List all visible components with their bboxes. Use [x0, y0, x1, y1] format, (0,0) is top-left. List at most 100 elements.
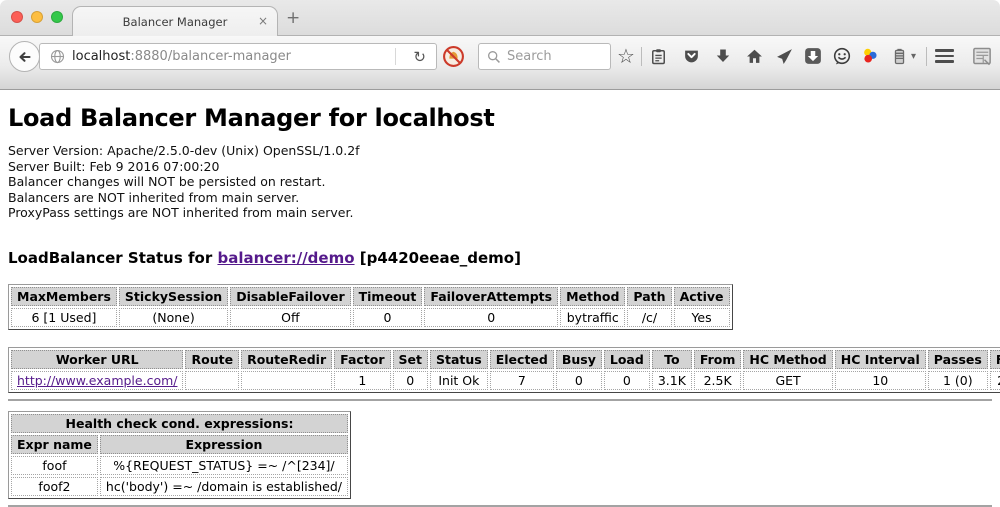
cell: 7 — [490, 371, 554, 390]
cell: 10 — [835, 371, 926, 390]
persist-notice-line: Balancer changes will NOT be persisted o… — [8, 174, 992, 190]
toolbar-divider — [641, 47, 642, 66]
cell: 1 — [334, 371, 390, 390]
col-header: HC Method — [743, 350, 832, 369]
new-tab-button[interactable]: + — [286, 8, 300, 28]
cell: foof — [11, 456, 98, 475]
reading-list-icon[interactable] — [648, 46, 668, 66]
bookmark-star-icon[interactable]: ☆ — [616, 46, 636, 66]
col-header: RouteRedir — [241, 350, 332, 369]
col-header: StickySession — [119, 287, 228, 306]
table-row: foof2 hc('body') =~ /domain is establish… — [11, 477, 348, 496]
video-download-helper-icon[interactable] — [803, 46, 823, 66]
cell: 0 — [604, 371, 650, 390]
sidebar-pages-icon[interactable] — [972, 46, 992, 66]
table-header-row: Health check cond. expressions: — [11, 414, 348, 433]
section-divider — [8, 399, 992, 401]
url-text: localhost:8880/balancer-manager — [72, 49, 291, 64]
urlbar-divider — [395, 48, 396, 65]
emoji-chat-icon[interactable] — [832, 46, 852, 66]
col-header: Passes — [928, 350, 988, 369]
browser-tab[interactable]: Balancer Manager × — [72, 6, 278, 36]
worker-url-link[interactable]: http://www.example.com/ — [17, 373, 177, 388]
table-row: 6 [1 Used] (None) Off 0 0 bytraffic /c/ … — [11, 308, 730, 327]
col-header: HC Interval — [835, 350, 926, 369]
cell: foof2 — [11, 477, 98, 496]
page-title: Load Balancer Manager for localhost — [8, 104, 992, 132]
col-header: Expression — [100, 435, 348, 454]
downloads-icon[interactable] — [713, 46, 733, 66]
send-icon[interactable] — [774, 46, 794, 66]
traffic-lights — [11, 11, 63, 23]
back-arrow-icon — [17, 49, 33, 65]
cell — [185, 371, 239, 390]
status-prefix: LoadBalancer Status for — [8, 249, 217, 267]
col-header: To — [652, 350, 692, 369]
col-header: From — [694, 350, 742, 369]
cell: 0 — [393, 371, 428, 390]
col-header: Elected — [490, 350, 554, 369]
pocket-icon[interactable] — [681, 46, 701, 66]
col-header: Busy — [556, 350, 602, 369]
home-icon[interactable] — [744, 46, 764, 66]
cell: 0 — [424, 308, 558, 327]
cell — [241, 371, 332, 390]
table-header-row: MaxMembers StickySession DisableFailover… — [11, 287, 730, 306]
globe-icon — [50, 49, 65, 64]
url-bar[interactable]: localhost:8880/balancer-manager ↻ — [39, 43, 437, 70]
status-suffix: [p4420eeae_demo] — [355, 249, 521, 267]
close-window-button[interactable] — [11, 11, 23, 23]
cell: Off — [230, 308, 350, 327]
health-check-table: Health check cond. expressions: Expr nam… — [8, 411, 351, 499]
cell: Init Ok — [430, 371, 488, 390]
server-version-line: Server Version: Apache/2.5.0-dev (Unix) … — [8, 143, 992, 159]
table-row: foof %{REQUEST_STATUS} =~ /^[234]/ — [11, 456, 348, 475]
col-header: Worker URL — [11, 350, 183, 369]
table-header-row: Expr name Expression — [11, 435, 348, 454]
cell: hc('body') =~ /domain is established/ — [100, 477, 348, 496]
colors-extension-icon[interactable] — [860, 46, 880, 66]
browser-window: Balancer Manager × + localhost:8880/bala… — [0, 0, 1000, 491]
tab-close-icon[interactable]: × — [258, 14, 268, 28]
tab-title: Balancer Manager — [123, 15, 228, 29]
clipper-extension-icon[interactable] — [889, 46, 909, 66]
hamburger-bars — [935, 49, 954, 63]
navigation-bar: localhost:8880/balancer-manager ↻ Search… — [0, 36, 1000, 90]
cell: GET — [743, 371, 832, 390]
minimize-window-button[interactable] — [31, 11, 43, 23]
col-header: Path — [627, 287, 671, 306]
server-info: Server Version: Apache/2.5.0-dev (Unix) … — [8, 143, 992, 221]
balancer-settings-table: MaxMembers StickySession DisableFailover… — [8, 284, 733, 330]
toolbar-divider — [926, 47, 927, 66]
back-button[interactable] — [9, 41, 40, 72]
url-host: localhost — [72, 49, 130, 64]
col-header: Fails — [990, 350, 1000, 369]
col-header: Active — [674, 287, 730, 306]
cell: 2 (0) — [990, 371, 1000, 390]
content-blocked-icon[interactable] — [442, 45, 465, 72]
cell: 6 [1 Used] — [11, 308, 117, 327]
menu-icon[interactable] — [934, 46, 954, 66]
cell: bytraffic — [560, 308, 625, 327]
cell: 2.5K — [694, 371, 742, 390]
clipper-dropdown-caret-icon[interactable]: ▾ — [911, 51, 916, 62]
server-built-line: Server Built: Feb 9 2016 07:00:20 — [8, 159, 992, 175]
page-content: Load Balancer Manager for localhost Serv… — [0, 90, 1000, 491]
balancer-status-heading: LoadBalancer Status for balancer://demo … — [8, 249, 992, 267]
col-header: MaxMembers — [11, 287, 117, 306]
worker-status-table: Worker URL Route RouteRedir Factor Set S… — [8, 347, 1000, 393]
cell: %{REQUEST_STATUS} =~ /^[234]/ — [100, 456, 348, 475]
col-header: FailoverAttempts — [424, 287, 558, 306]
search-bar[interactable]: Search — [478, 43, 611, 70]
balancer-link[interactable]: balancer://demo — [217, 249, 354, 267]
reload-icon[interactable]: ↻ — [413, 48, 426, 66]
col-header: Method — [560, 287, 625, 306]
col-header: Status — [430, 350, 488, 369]
cell: 3.1K — [652, 371, 692, 390]
zoom-window-button[interactable] — [51, 11, 63, 23]
health-table-title: Health check cond. expressions: — [11, 414, 348, 433]
search-icon — [487, 50, 501, 64]
col-header: Factor — [334, 350, 390, 369]
cell: 0 — [556, 371, 602, 390]
cell: (None) — [119, 308, 228, 327]
